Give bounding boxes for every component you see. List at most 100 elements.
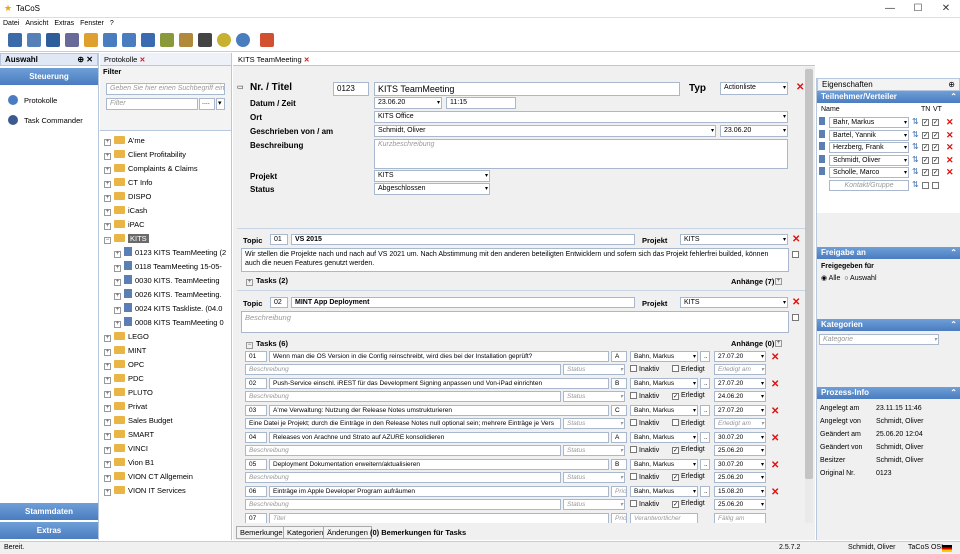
topic1-add-attachment-icon[interactable]: + bbox=[775, 278, 782, 285]
topic1-tasks-toggle[interactable]: + Tasks (2) bbox=[246, 276, 288, 286]
tree-expand-icon[interactable]: + bbox=[114, 293, 121, 300]
task-erledigt[interactable]: Erledigt bbox=[672, 365, 705, 373]
tree-folder[interactable]: + SMART bbox=[104, 428, 227, 442]
task-inaktiv[interactable]: Inaktiv bbox=[630, 392, 659, 400]
reorder-icon[interactable]: ⇅ bbox=[912, 167, 919, 176]
task-description-field[interactable]: Beschreibung bbox=[245, 391, 561, 402]
erledigt-checkbox[interactable]: ✓ bbox=[672, 393, 679, 400]
tree-folder[interactable]: + Complaints & Claims bbox=[104, 162, 227, 176]
filter-dropdown-icon[interactable]: ▾ bbox=[216, 98, 225, 110]
reorder-icon[interactable]: ⇅ bbox=[912, 180, 919, 189]
task-description-field[interactable]: Beschreibung bbox=[245, 445, 561, 456]
task-date-field[interactable]: 27.07.20 ▾ bbox=[714, 405, 766, 416]
kategorien-header[interactable]: Kategorien ⌃ bbox=[817, 319, 960, 331]
tn-checkbox[interactable]: ✓ bbox=[922, 169, 929, 176]
collapse-icon[interactable]: ▭ bbox=[237, 83, 244, 91]
tree-protocol[interactable]: +0030 KITS. TeamMeeting bbox=[104, 274, 227, 288]
task-erledigt[interactable]: ✓ Erledigt bbox=[672, 500, 705, 508]
projekt-select[interactable]: KITS ▾ bbox=[374, 170, 490, 182]
task-more-button[interactable]: .. bbox=[700, 351, 710, 362]
maximize-button[interactable]: ☐ bbox=[904, 2, 932, 16]
topic2-checkbox[interactable] bbox=[792, 314, 799, 321]
task-status-select[interactable]: Status ▾ bbox=[563, 499, 625, 510]
task-nr-field[interactable]: 03 bbox=[245, 405, 267, 416]
task-erledigt-date-field[interactable]: 25.06.20 ▾ bbox=[714, 445, 766, 456]
topic2-beschreibung[interactable]: Beschreibung bbox=[241, 311, 789, 333]
toolbar-new-icon[interactable] bbox=[8, 33, 22, 47]
tree-folder[interactable]: + CT Info bbox=[104, 176, 227, 190]
task-person-select[interactable]: Bahn, Markus ▾ bbox=[630, 378, 698, 389]
tree-folder[interactable]: + VINCI bbox=[104, 442, 227, 456]
task-delete-icon[interactable]: ✕ bbox=[771, 380, 779, 390]
task-date-field[interactable]: Fällig am bbox=[714, 513, 766, 523]
tree-expand-icon[interactable]: + bbox=[104, 181, 111, 188]
task-title-field[interactable]: Deployment Dokumentation erweitern/aktua… bbox=[269, 459, 609, 470]
tree-expand-icon[interactable]: + bbox=[104, 209, 111, 216]
task-date-field[interactable]: 27.07.20 ▾ bbox=[714, 351, 766, 362]
vt-checkbox[interactable]: ✓ bbox=[932, 169, 939, 176]
geschrieben-am-field[interactable]: 23.06.20 ▾ bbox=[720, 125, 788, 137]
teilnehmer-select[interactable]: Schmidt, Oliver ▾ bbox=[829, 154, 909, 166]
task-title-field[interactable]: Push-Service einschl. iREST für das Deve… bbox=[269, 378, 609, 389]
toolbar-person-icon[interactable] bbox=[84, 33, 98, 47]
topic1-delete-icon[interactable]: ✕ bbox=[792, 235, 800, 245]
task-nr-field[interactable]: 07 bbox=[245, 513, 267, 523]
task-person-select[interactable]: Bahn, Markus ▾ bbox=[630, 432, 698, 443]
task-description-field[interactable]: Eine Datei je Projekt; durch die Einträg… bbox=[245, 418, 561, 429]
menu-fenster[interactable]: Fenster bbox=[77, 19, 107, 28]
remove-participant-icon[interactable]: ✕ bbox=[946, 142, 954, 152]
remove-participant-icon[interactable]: ✕ bbox=[946, 130, 954, 140]
task-nr-field[interactable]: 01 bbox=[245, 351, 267, 362]
task-erledigt-date-field[interactable]: 24.06.20 ▾ bbox=[714, 391, 766, 402]
task-status-select[interactable]: Status ▾ bbox=[563, 391, 625, 402]
task-title-field[interactable]: Einträge im Apple Developer Program aufr… bbox=[269, 486, 609, 497]
delete-protocol-icon[interactable]: ✕ bbox=[796, 83, 804, 93]
task-prio-field[interactable]: B bbox=[611, 378, 627, 389]
tree-expand-icon[interactable]: + bbox=[104, 391, 111, 398]
nr-field[interactable]: 0123 bbox=[333, 82, 369, 96]
topic2-projekt-select[interactable]: KITS ▾ bbox=[680, 297, 788, 308]
titel-field[interactable]: KITS TeamMeeting bbox=[374, 82, 680, 96]
remove-participant-icon[interactable]: ✕ bbox=[946, 167, 954, 177]
tree-expand-icon[interactable]: + bbox=[104, 377, 111, 384]
tree-expand-icon[interactable]: + bbox=[114, 321, 121, 328]
task-prio-field[interactable]: C bbox=[611, 405, 627, 416]
filter-dots-button[interactable]: .... bbox=[199, 98, 215, 110]
task-title-field[interactable]: Releases von Arachne und Strato auf AZUR… bbox=[269, 432, 609, 443]
kategorien-collapse-icon[interactable]: ⌃ bbox=[950, 319, 957, 331]
task-person-select[interactable]: Verantwortlicher bbox=[630, 513, 698, 523]
prozess-collapse-icon[interactable]: ⌃ bbox=[950, 387, 957, 399]
task-erledigt[interactable]: ✓ Erledigt bbox=[672, 446, 705, 454]
teilnehmer-select[interactable]: Scholle, Marco ▾ bbox=[829, 167, 909, 178]
tree-expand-icon[interactable]: + bbox=[104, 349, 111, 356]
task-person-select[interactable]: Bahn, Markus ▾ bbox=[630, 351, 698, 362]
erledigt-checkbox[interactable]: ✓ bbox=[672, 474, 679, 481]
minimize-button[interactable]: — bbox=[876, 2, 904, 16]
topic2-anhaenge[interactable]: Anhänge (0) bbox=[731, 339, 774, 348]
task-nr-field[interactable]: 04 bbox=[245, 432, 267, 443]
tn-checkbox[interactable]: ✓ bbox=[922, 131, 929, 139]
tree-protocol[interactable]: +0008 KITS TeamMeeting 0 bbox=[104, 316, 227, 330]
task-prio-field[interactable]: A bbox=[611, 351, 627, 362]
inaktiv-checkbox[interactable] bbox=[630, 419, 637, 426]
prozess-header[interactable]: Prozess-Info ⌃ bbox=[817, 387, 960, 399]
task-date-field[interactable]: 15.08.20 ▾ bbox=[714, 486, 766, 497]
task-status-select[interactable]: Status ▾ bbox=[563, 418, 625, 429]
task-inaktiv[interactable]: Inaktiv bbox=[630, 473, 659, 481]
toolbar-group-icon[interactable] bbox=[179, 33, 193, 47]
task-description-field[interactable]: Beschreibung bbox=[245, 499, 561, 510]
topic1-projekt-select[interactable]: KITS ▾ bbox=[680, 234, 788, 245]
menu-extras[interactable]: Extras bbox=[51, 19, 77, 28]
radio-auswahl[interactable]: ○ Auswahl bbox=[844, 275, 876, 282]
tree-expand-icon[interactable]: + bbox=[104, 489, 111, 496]
erledigt-checkbox[interactable] bbox=[672, 365, 679, 372]
topic2-delete-icon[interactable]: ✕ bbox=[792, 298, 800, 308]
task-description-field[interactable]: Beschreibung bbox=[245, 364, 561, 375]
tree-folder[interactable]: + iCash bbox=[104, 204, 227, 218]
close-tab-icon[interactable]: ✕ bbox=[139, 57, 145, 64]
task-status-select[interactable]: Status ▾ bbox=[563, 472, 625, 483]
tree-expand-icon[interactable]: + bbox=[104, 363, 111, 370]
task-erledigt[interactable]: ✓ Erledigt bbox=[672, 473, 705, 481]
tree-protocol[interactable]: +0118 TeamMeeting 15-05- bbox=[104, 260, 227, 274]
task-title-field[interactable]: A'me Verwaltung: Nutzung der Release Not… bbox=[269, 405, 609, 416]
